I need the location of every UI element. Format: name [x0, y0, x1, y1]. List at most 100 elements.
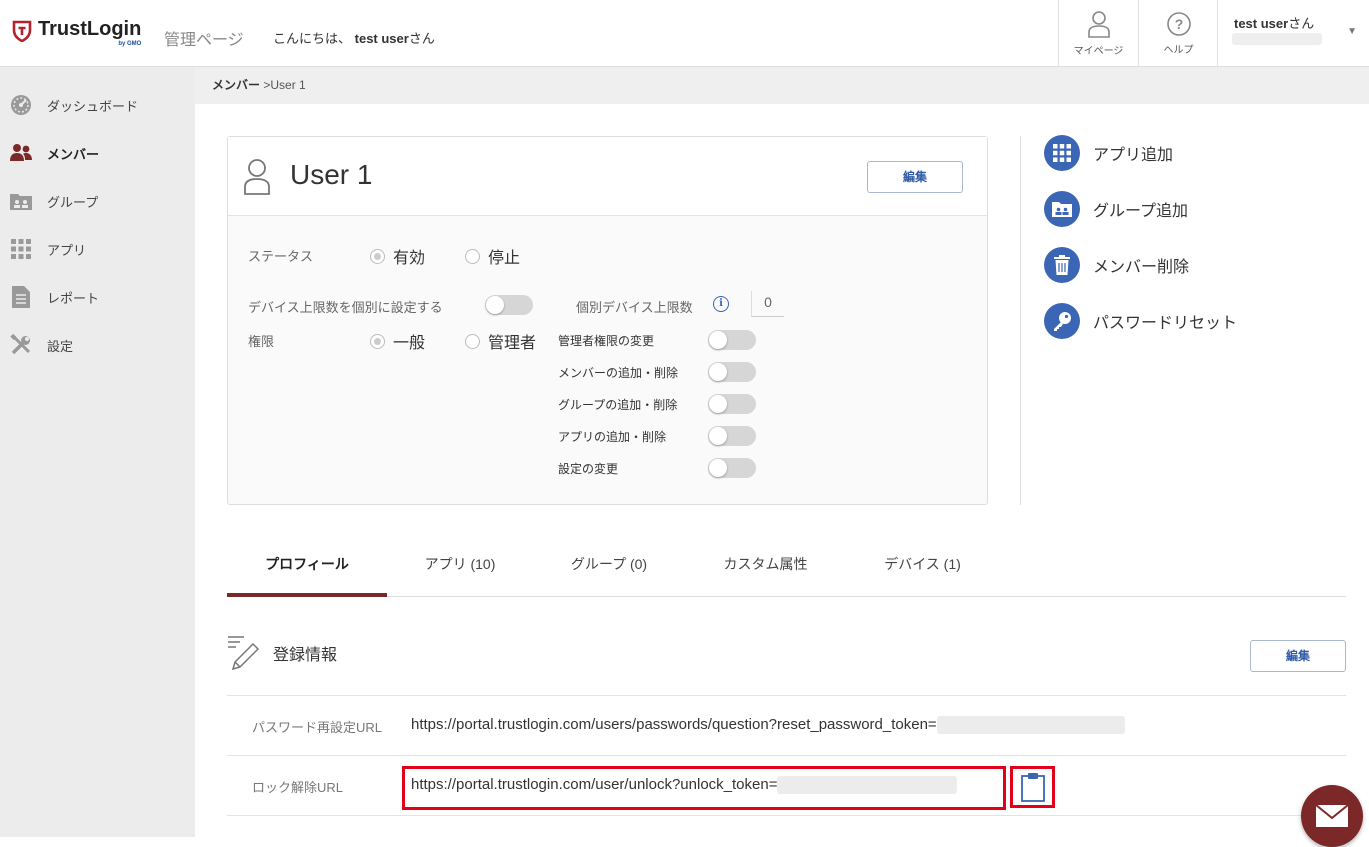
add-group-label: グループ追加: [1093, 203, 1189, 220]
greeting-prefix: こんにちは、: [273, 31, 352, 46]
redacted-token: [936, 716, 1125, 735]
greeting: こんにちは、 test userさん: [273, 28, 435, 47]
user-menu[interactable]: test userさん ▼: [1217, 0, 1369, 67]
user-menu-name: test userさん: [1234, 16, 1315, 31]
user-card-header: User 1 編集: [228, 137, 987, 216]
clipboard-icon: [1020, 773, 1045, 802]
redacted-token: [777, 776, 958, 795]
tab-custom-attributes[interactable]: カスタム属性: [685, 533, 846, 597]
sidebar-item-label: アプリ: [47, 242, 87, 258]
status-stopped-radio[interactable]: 停止: [465, 244, 520, 268]
registration-title: 登録情報: [273, 647, 338, 664]
device-limit-label: デバイス上限数を個別に設定する: [248, 300, 443, 315]
admin-page-label: 管理ページ: [164, 32, 244, 49]
perm-toggle-settings-change[interactable]: [708, 458, 756, 478]
profile-tabs: プロフィール アプリ (10) グループ (0) カスタム属性 デバイス (1): [227, 533, 1346, 597]
user-name-title: User 1: [290, 159, 373, 190]
contact-mail-button[interactable]: [1301, 785, 1363, 847]
perm-label-admin-change: 管理者権限の変更: [558, 334, 655, 348]
sidebar-item-dashboard[interactable]: ダッシュボード: [0, 81, 195, 129]
tab-groups[interactable]: グループ (0): [533, 533, 685, 597]
edit-user-button[interactable]: 編集: [867, 161, 963, 193]
edit-registration-button[interactable]: 編集: [1250, 640, 1346, 672]
password-reset-action[interactable]: パスワードリセット: [1044, 303, 1237, 339]
perm-toggle-member-add-remove[interactable]: [708, 362, 756, 382]
sidebar-item-label: メンバー: [47, 146, 100, 162]
brand-name: TrustLogin by GMO: [38, 18, 142, 47]
radio-checked-icon: [370, 333, 385, 349]
shield-logo-icon: [12, 20, 32, 42]
sidebar-item-members[interactable]: メンバー: [0, 129, 195, 177]
trash-icon: [1044, 247, 1080, 283]
sidebar: ダッシュボード メンバー グループ アプリ レポート 設定: [0, 67, 195, 837]
chevron-down-icon: ▼: [1347, 26, 1357, 37]
help-button[interactable]: ? ヘルプ: [1138, 0, 1218, 67]
help-label: ヘルプ: [1163, 45, 1194, 56]
dashboard-icon: [10, 94, 32, 116]
members-icon: [10, 142, 32, 164]
sidebar-item-groups[interactable]: グループ: [0, 177, 195, 225]
app-grid-icon: [1044, 135, 1080, 171]
greeting-user: test user: [354, 31, 409, 46]
tab-apps[interactable]: アプリ (10): [387, 533, 533, 597]
divider: [1020, 136, 1021, 505]
top-header: TrustLogin by GMO 管理ページ こんにちは、 test userさ…: [0, 0, 1369, 67]
copy-clipboard-button[interactable]: [1010, 766, 1055, 808]
mypage-button[interactable]: マイページ: [1058, 0, 1138, 67]
delete-member-action[interactable]: メンバー削除: [1044, 247, 1189, 283]
status-active-radio[interactable]: 有効: [370, 244, 425, 268]
radio-unchecked-icon: [465, 248, 480, 264]
add-group-action[interactable]: グループ追加: [1044, 191, 1188, 227]
delete-member-label: メンバー削除: [1093, 259, 1190, 276]
perm-label-member-add-remove: メンバーの追加・削除: [558, 366, 679, 380]
group-icon: [10, 190, 32, 212]
unlock-url-label: ロック解除URL: [252, 780, 344, 795]
breadcrumb-separator: >: [260, 78, 271, 92]
device-limit-toggle[interactable]: [485, 295, 533, 315]
sidebar-item-label: 設定: [47, 338, 74, 354]
perm-label-app-add-remove: アプリの追加・削除: [558, 430, 667, 444]
reset-url-value: https://portal.trustlogin.com/users/pass…: [411, 716, 1125, 735]
group-folder-icon: [1044, 191, 1080, 227]
status-label: ステータス: [248, 249, 314, 264]
tab-profile[interactable]: プロフィール: [227, 533, 387, 597]
role-general-radio[interactable]: 一般: [370, 329, 425, 353]
role-label: 権限: [248, 334, 275, 349]
perm-toggle-admin-change[interactable]: [708, 330, 756, 350]
sidebar-item-label: グループ: [47, 194, 99, 210]
divider: [227, 755, 1346, 756]
radio-checked-icon: [370, 248, 385, 264]
perm-label-settings-change: 設定の変更: [558, 462, 619, 476]
settings-icon: [10, 334, 32, 356]
brand-sub: by GMO: [118, 41, 142, 47]
trustlogin-logo[interactable]: TrustLogin by GMO: [12, 18, 142, 47]
breadcrumb: メンバー >User 1: [195, 67, 1369, 104]
registration-header: 登録情報: [227, 634, 337, 672]
perm-toggle-group-add-remove[interactable]: [708, 394, 756, 414]
greeting-suffix: さん: [408, 31, 435, 46]
sidebar-item-settings[interactable]: 設定: [0, 321, 195, 369]
individual-limit-input[interactable]: 0: [751, 291, 784, 317]
apps-icon: [10, 238, 32, 260]
role-admin-radio[interactable]: 管理者: [465, 329, 536, 353]
key-icon: [1044, 303, 1080, 339]
divider: [227, 815, 1346, 816]
unlock-url-value[interactable]: https://portal.trustlogin.com/user/unloc…: [411, 776, 958, 795]
individual-limit-label: 個別デバイス上限数: [576, 300, 693, 315]
user-email-redacted: [1232, 33, 1322, 45]
mail-icon: [1315, 804, 1349, 827]
breadcrumb-members-link[interactable]: メンバー: [212, 78, 260, 92]
divider: [227, 695, 1346, 696]
sidebar-item-reports[interactable]: レポート: [0, 273, 195, 321]
sidebar-item-apps[interactable]: アプリ: [0, 225, 195, 273]
tab-devices[interactable]: デバイス (1): [846, 533, 999, 597]
info-icon[interactable]: i: [713, 296, 729, 312]
mypage-label: マイページ: [1073, 46, 1124, 57]
password-reset-label: パスワードリセット: [1093, 315, 1238, 332]
user-detail-card: User 1 編集 ステータス 有効 停止 デバイス上限数を個別に設定する 個別…: [227, 136, 988, 505]
perm-label-group-add-remove: グループの追加・削除: [558, 398, 678, 412]
perm-toggle-app-add-remove[interactable]: [708, 426, 756, 446]
svg-text:?: ?: [1174, 16, 1183, 32]
add-app-action[interactable]: アプリ追加: [1044, 135, 1173, 171]
breadcrumb-current: User 1: [270, 78, 306, 92]
